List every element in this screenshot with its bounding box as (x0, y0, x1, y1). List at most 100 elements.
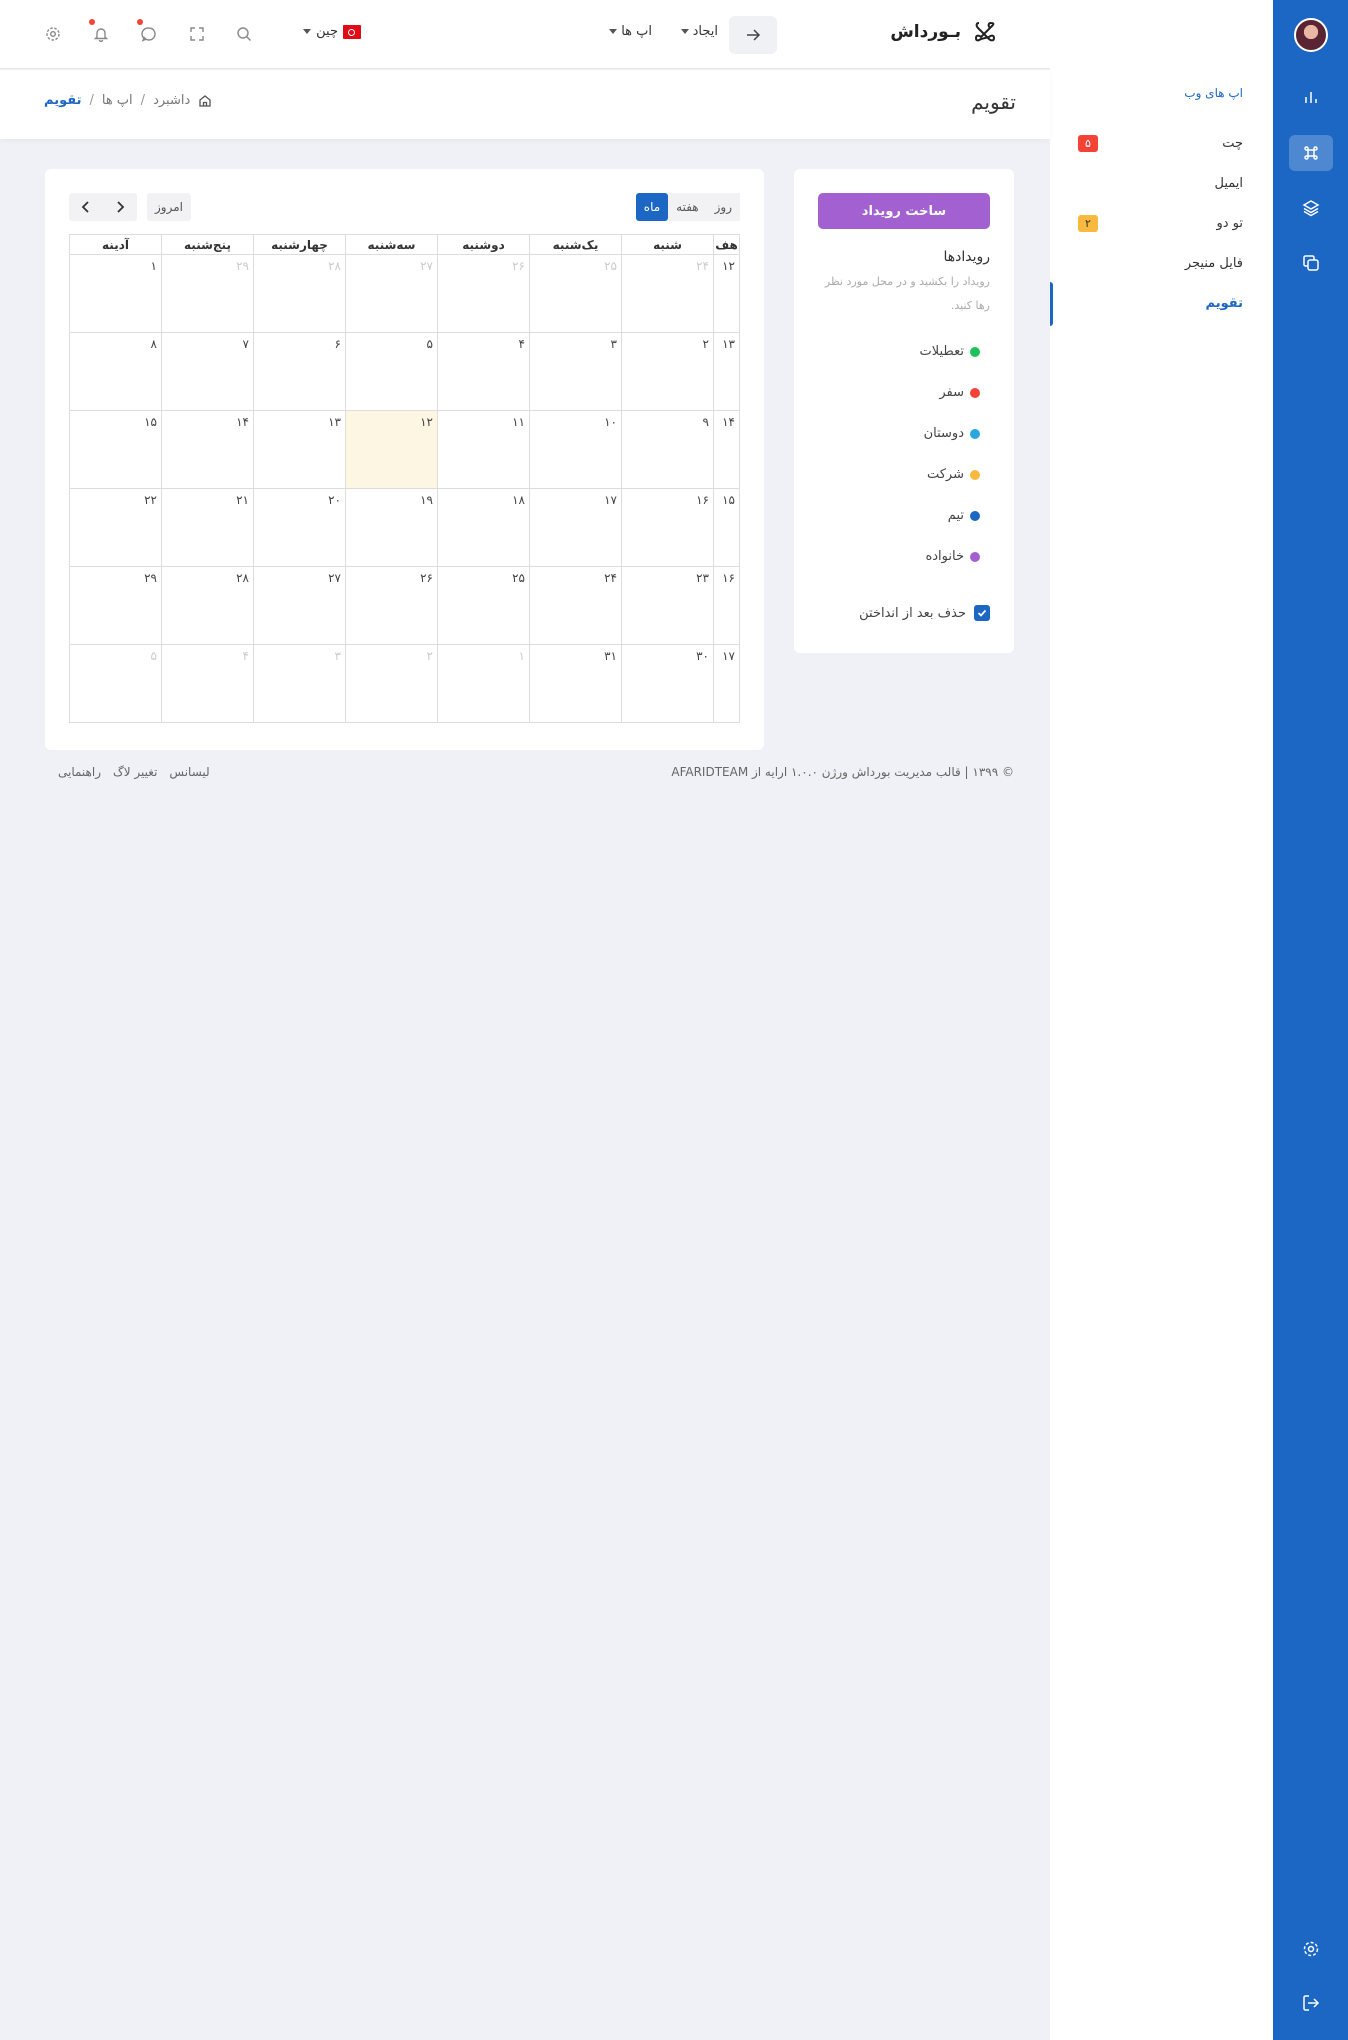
footer-link-help[interactable]: راهنمایی (58, 765, 101, 779)
day-cell[interactable]: ۳۱ (529, 644, 622, 723)
create-menu-label: ایجاد (692, 24, 718, 39)
brand-name: بـورداش (890, 22, 961, 42)
day-cell[interactable]: ۴ (161, 644, 254, 723)
event-category-holidays[interactable]: تعطیلات (920, 344, 980, 359)
day-cell[interactable]: ۵ (345, 332, 438, 411)
chevron-right-icon (117, 201, 125, 213)
day-cell[interactable]: ۲۵ (529, 254, 622, 333)
event-category-company[interactable]: شرکت (927, 467, 980, 482)
brand-logo[interactable]: بـورداش (890, 20, 997, 44)
subnav-item-file-manager[interactable]: فایل منیجر (1078, 250, 1243, 276)
category-label: تیم (947, 508, 964, 523)
day-cell[interactable]: ۱۶ (621, 488, 714, 567)
copy-icon[interactable] (1289, 245, 1333, 281)
create-event-button[interactable]: ساخت رویداد (818, 193, 990, 229)
today-button[interactable]: امروز (147, 193, 191, 221)
day-cell[interactable]: ۲۶ (345, 566, 438, 645)
day-cell[interactable]: ۱ (437, 644, 530, 723)
day-cell[interactable]: ۲۹ (161, 254, 254, 333)
event-category-family[interactable]: خانواده (925, 549, 980, 564)
day-cell[interactable]: ۱۹ (345, 488, 438, 567)
settings-icon[interactable] (1289, 1931, 1333, 1967)
day-cell[interactable]: ۱ (69, 254, 162, 333)
breadcrumb-dashboard[interactable]: داشبرد (153, 93, 190, 108)
footer-links: لیسانس تغییر لاگ راهنمایی (58, 765, 210, 779)
day-cell[interactable]: ۱۴ (161, 410, 254, 489)
week-row: ۱۴ ۹ ۱۰ ۱۱ ۱۲ ۱۳ ۱۴ ۱۵ (69, 410, 740, 489)
events-hint: رویداد را بکشید و در محل مورد نظر رها کن… (824, 275, 990, 312)
day-cell[interactable]: ۲۱ (161, 488, 254, 567)
view-week-button[interactable]: هفته (668, 193, 707, 221)
event-category-travel[interactable]: سفر (939, 385, 980, 400)
day-cell[interactable]: ۲۴ (621, 254, 714, 333)
checkbox[interactable] (974, 605, 990, 621)
chart-icon[interactable] (1289, 79, 1333, 115)
prev-month-button[interactable] (69, 193, 103, 221)
search-button[interactable] (234, 24, 254, 44)
layers-icon[interactable] (1289, 190, 1333, 226)
day-cell[interactable]: ۲۵ (437, 566, 530, 645)
apps-menu[interactable]: اپ ها (609, 24, 652, 39)
footer-link-license[interactable]: لیسانس (169, 765, 209, 779)
day-cell[interactable]: ۱۱ (437, 410, 530, 489)
today-cell[interactable]: ۱۲ (345, 410, 438, 489)
day-cell[interactable]: ۲۰ (253, 488, 346, 567)
day-cell[interactable]: ۹ (621, 410, 714, 489)
day-cell[interactable]: ۸ (69, 332, 162, 411)
breadcrumb-apps[interactable]: اپ ها (102, 93, 133, 108)
day-cell[interactable]: ۲۶ (437, 254, 530, 333)
day-cell[interactable]: ۴ (437, 332, 530, 411)
day-cell[interactable]: ۲۹ (69, 566, 162, 645)
weekday-header: دوشنبه (437, 234, 530, 255)
home-icon[interactable] (198, 94, 212, 108)
day-cell[interactable]: ۳۰ (621, 644, 714, 723)
settings-button[interactable] (43, 24, 63, 44)
day-cell[interactable]: ۲۸ (161, 566, 254, 645)
day-cell[interactable]: ۲ (345, 644, 438, 723)
category-label: تعطیلات (919, 344, 964, 359)
view-month-button[interactable]: ماه (635, 193, 669, 221)
subnav-section-title: اپ های وب (1184, 86, 1243, 100)
notifications-button[interactable] (89, 19, 111, 44)
fullscreen-button[interactable] (187, 24, 207, 44)
remove-after-drop-toggle[interactable]: حذف بعد از انداختن (859, 605, 990, 621)
search-icon (237, 27, 251, 41)
day-cell[interactable]: ۱۳ (253, 410, 346, 489)
day-cell[interactable]: ۷ (161, 332, 254, 411)
day-cell[interactable]: ۱۷ (529, 488, 622, 567)
view-day-button[interactable]: روز (706, 193, 740, 221)
subnav-item-todo[interactable]: تو دو ۲ (1078, 210, 1243, 236)
day-cell[interactable]: ۲ (621, 332, 714, 411)
back-button[interactable] (729, 16, 777, 54)
subnav-item-chat[interactable]: چت ۵ (1078, 130, 1243, 156)
day-cell[interactable]: ۱۵ (69, 410, 162, 489)
day-cell[interactable]: ۲۷ (253, 566, 346, 645)
day-cell[interactable]: ۳ (253, 644, 346, 723)
command-icon[interactable] (1289, 135, 1333, 171)
day-cell[interactable]: ۲۳ (621, 566, 714, 645)
day-cell[interactable]: ۳ (529, 332, 622, 411)
caret-down-icon (303, 29, 312, 34)
footer-link-changelog[interactable]: تغییر لاگ (113, 765, 157, 779)
avatar[interactable] (1294, 18, 1328, 52)
day-cell[interactable]: ۱۸ (437, 488, 530, 567)
subnav-item-email[interactable]: ایمیل (1078, 170, 1243, 196)
day-cell[interactable]: ۲۷ (345, 254, 438, 333)
event-category-team[interactable]: تیم (948, 508, 980, 523)
week-number: ۱۳ (713, 332, 740, 411)
day-cell[interactable]: ۵ (69, 644, 162, 723)
day-cell[interactable]: ۲۴ (529, 566, 622, 645)
create-menu[interactable]: ایجاد (680, 24, 718, 39)
subnav-item-calendar[interactable]: تقویم (1078, 290, 1243, 316)
messages-button[interactable] (137, 19, 159, 44)
day-cell[interactable]: ۲۲ (69, 488, 162, 567)
event-category-friends[interactable]: دوستان (924, 426, 980, 441)
logout-icon[interactable] (1289, 1985, 1333, 2021)
day-cell[interactable]: ۲۸ (253, 254, 346, 333)
day-cell[interactable]: ۱۰ (529, 410, 622, 489)
next-month-button[interactable] (103, 193, 137, 221)
todo-count-badge: ۲ (1078, 214, 1098, 232)
weekday-header: سه‌شنبه (345, 234, 438, 255)
day-cell[interactable]: ۶ (253, 332, 346, 411)
language-selector[interactable]: چین (303, 24, 361, 39)
